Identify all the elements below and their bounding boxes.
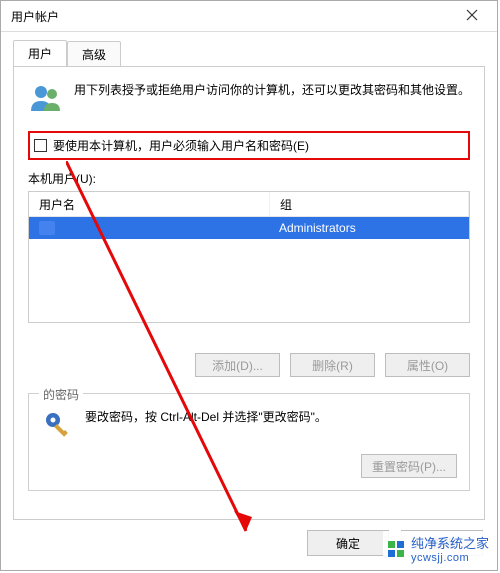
tab-panel-users: 用下列表授予或拒绝用户访问你的计算机，还可以更改其密码和其他设置。 要使用本计算… xyxy=(13,66,485,520)
watermark: 纯净系统之家 ycwsjj.com xyxy=(383,531,493,566)
tab-strip: 用户 高级 xyxy=(1,32,497,66)
watermark-url: ycwsjj.com xyxy=(411,552,489,564)
reset-password-button[interactable]: 重置密码(P)... xyxy=(361,454,457,478)
ok-button[interactable]: 确定 xyxy=(307,530,389,556)
user-list-label: 本机用户(U): xyxy=(28,170,470,187)
properties-button[interactable]: 属性(O) xyxy=(385,353,470,377)
checkbox-highlight: 要使用本计算机，用户必须输入用户名和密码(E) xyxy=(28,131,470,160)
close-button[interactable] xyxy=(452,2,492,30)
tab-users[interactable]: 用户 xyxy=(13,40,67,66)
password-group-title: 的密码 xyxy=(39,386,83,403)
key-icon xyxy=(41,408,75,442)
watermark-logo-icon xyxy=(387,540,405,558)
require-login-checkbox[interactable] xyxy=(34,139,47,152)
password-group-text: 要改密码，按 Ctrl-Alt-Del 并选择"更改密码"。 xyxy=(85,408,327,425)
users-icon xyxy=(28,81,64,117)
user-list[interactable]: 用户名 组 Administrators xyxy=(28,191,470,323)
info-text: 用下列表授予或拒绝用户访问你的计算机，还可以更改其密码和其他设置。 xyxy=(74,81,470,100)
watermark-name: 纯净系统之家 xyxy=(411,536,489,551)
user-row-icon xyxy=(39,221,55,235)
column-username[interactable]: 用户名 xyxy=(29,192,270,216)
tab-advanced[interactable]: 高级 xyxy=(67,41,121,67)
window-title: 用户帐户 xyxy=(11,8,452,25)
cell-group: Administrators xyxy=(269,221,469,235)
cell-username xyxy=(29,221,269,235)
table-row[interactable]: Administrators xyxy=(29,217,469,239)
list-header: 用户名 组 xyxy=(29,192,469,217)
user-buttons-row: 添加(D)... 删除(R) 属性(O) xyxy=(28,353,470,377)
remove-button[interactable]: 删除(R) xyxy=(290,353,375,377)
add-button[interactable]: 添加(D)... xyxy=(195,353,280,377)
require-login-label: 要使用本计算机，用户必须输入用户名和密码(E) xyxy=(53,137,309,154)
password-group: 的密码 要改密码，按 Ctrl-Alt-Del 并选择"更改密码"。 重置密码(… xyxy=(28,393,470,491)
column-group[interactable]: 组 xyxy=(270,192,469,216)
titlebar: 用户帐户 xyxy=(1,1,497,32)
require-login-checkbox-row[interactable]: 要使用本计算机，用户必须输入用户名和密码(E) xyxy=(34,137,462,154)
info-row: 用下列表授予或拒绝用户访问你的计算机，还可以更改其密码和其他设置。 xyxy=(28,81,470,117)
user-accounts-dialog: 用户帐户 用户 高级 用下列表授予或拒绝用户访问你的计算机，还可以更改其密码和其… xyxy=(0,0,498,571)
close-icon xyxy=(466,8,478,24)
